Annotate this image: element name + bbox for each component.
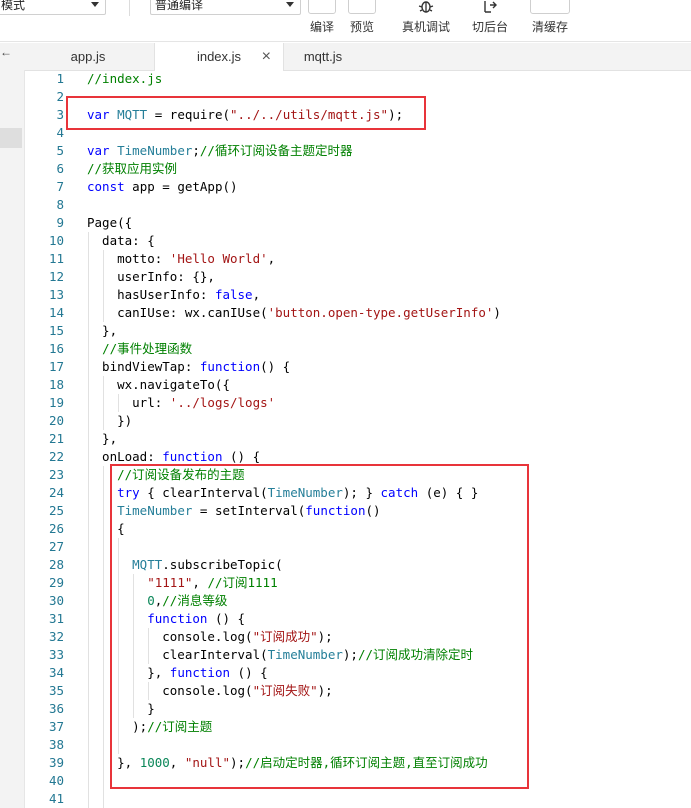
- line-number: 17: [48, 359, 64, 374]
- line-number: 7: [56, 179, 64, 194]
- line-number: 33: [48, 647, 64, 662]
- toolbar: 模式 普通编译 编译 预览 真机调试 切后台 清缓存: [0, 0, 691, 42]
- switch-background-label: 切后台: [471, 20, 508, 34]
- code-line[interactable]: hasUserInfo: false,: [87, 286, 501, 304]
- line-number: 13: [48, 287, 64, 302]
- line-number: 8: [56, 197, 64, 212]
- compile-select[interactable]: 普通编译: [150, 0, 301, 15]
- highlight-box-require: [66, 96, 426, 130]
- line-number: 4: [56, 125, 64, 140]
- side-strip-marker: [0, 128, 22, 148]
- switch-background-button[interactable]: 切后台: [464, 0, 516, 38]
- clear-cache-icon-box: [530, 0, 570, 14]
- line-number: 12: [48, 269, 64, 284]
- code-line[interactable]: url: '../logs/logs': [87, 394, 501, 412]
- chevron-down-icon: [91, 2, 99, 7]
- editor-tab-bar: app.js index.js × mqtt.js: [0, 43, 691, 71]
- tab-mqtt-js[interactable]: mqtt.js: [284, 43, 362, 70]
- line-number: 26: [48, 521, 64, 536]
- code-line[interactable]: }): [87, 412, 501, 430]
- mode-select[interactable]: 模式: [0, 0, 106, 15]
- tab-index-js[interactable]: index.js ×: [154, 43, 284, 71]
- line-number: 21: [48, 431, 64, 446]
- line-number-gutter: 1 2 3 4 5 6 7 8 9 10 11 12 13 14 15 16 17 18 19 20 21 22 23 24 2…: [28, 70, 64, 808]
- code-line[interactable]: },: [87, 430, 501, 448]
- compile-icon-box: [308, 0, 336, 14]
- code-line[interactable]: userInfo: {},: [87, 268, 501, 286]
- line-number: 40: [48, 773, 64, 788]
- device-debug-label: 真机调试: [401, 20, 450, 34]
- code-line[interactable]: //index.js: [87, 70, 501, 88]
- line-number: 22: [48, 449, 64, 464]
- line-number: 18: [48, 377, 64, 392]
- tab-label: mqtt.js: [303, 49, 343, 64]
- line-number: 39: [48, 755, 64, 770]
- line-number: 2: [56, 89, 64, 104]
- line-number: 9: [56, 215, 64, 230]
- line-number: 35: [48, 683, 64, 698]
- code-line[interactable]: var TimeNumber;//循环订阅设备主题定时器: [87, 142, 501, 160]
- line-number: 20: [48, 413, 64, 428]
- chevron-down-icon: [286, 2, 294, 7]
- code-line[interactable]: data: {: [87, 232, 501, 250]
- line-number: 29: [48, 575, 64, 590]
- code-line[interactable]: wx.navigateTo({: [87, 376, 501, 394]
- preview-button[interactable]: 预览: [336, 0, 388, 38]
- line-number: 41: [48, 791, 64, 806]
- line-number: 34: [48, 665, 64, 680]
- back-arrow-icon[interactable]: ←: [0, 45, 12, 59]
- preview-icon-box: [348, 0, 376, 14]
- line-number: 30: [48, 593, 64, 608]
- line-number: 25: [48, 503, 64, 518]
- code-line[interactable]: bindViewTap: function() {: [87, 358, 501, 376]
- line-number: 6: [56, 161, 64, 176]
- tab-label: app.js: [70, 49, 106, 64]
- code-line[interactable]: canIUse: wx.canIUse('button.open-type.ge…: [87, 304, 501, 322]
- clear-cache-button[interactable]: 清缓存: [524, 0, 576, 38]
- toolbar-divider: [129, 0, 130, 16]
- side-strip: [0, 70, 25, 808]
- device-debug-button[interactable]: 真机调试: [400, 0, 452, 38]
- line-number: 1: [56, 71, 64, 86]
- code-line[interactable]: const app = getApp(): [87, 178, 501, 196]
- line-number: 38: [48, 737, 64, 752]
- line-number: 14: [48, 305, 64, 320]
- code-line[interactable]: [87, 790, 501, 808]
- line-number: 11: [48, 251, 64, 266]
- tab-app-js[interactable]: app.js: [24, 43, 152, 70]
- line-number: 3: [56, 107, 64, 122]
- line-number: 27: [48, 539, 64, 554]
- code-line[interactable]: //事件处理函数: [87, 340, 501, 358]
- line-number: 10: [48, 233, 64, 248]
- code-line[interactable]: motto: 'Hello World',: [87, 250, 501, 268]
- close-icon[interactable]: ×: [262, 43, 271, 70]
- line-number: 24: [48, 485, 64, 500]
- preview-label: 预览: [349, 20, 374, 34]
- code-line[interactable]: Page({: [87, 214, 501, 232]
- bug-icon: [418, 1, 434, 13]
- clear-cache-label: 清缓存: [531, 20, 568, 34]
- line-number: 19: [48, 395, 64, 410]
- line-number: 28: [48, 557, 64, 572]
- line-number: 31: [48, 611, 64, 626]
- code-line[interactable]: [87, 196, 501, 214]
- line-number: 37: [48, 719, 64, 734]
- mode-select-value: 模式: [1, 0, 26, 12]
- line-number: 15: [48, 323, 64, 338]
- highlight-box-subscribe: [110, 464, 529, 789]
- code-line[interactable]: //获取应用实例: [87, 160, 501, 178]
- tab-label: index.js: [196, 49, 242, 64]
- line-number: 5: [56, 143, 64, 158]
- line-number: 32: [48, 629, 64, 644]
- compile-select-value: 普通编译: [155, 0, 204, 12]
- line-number: 36: [48, 701, 64, 716]
- code-line[interactable]: },: [87, 322, 501, 340]
- line-number: 16: [48, 341, 64, 356]
- line-number: 23: [48, 467, 64, 482]
- background-switch-icon: [484, 1, 497, 13]
